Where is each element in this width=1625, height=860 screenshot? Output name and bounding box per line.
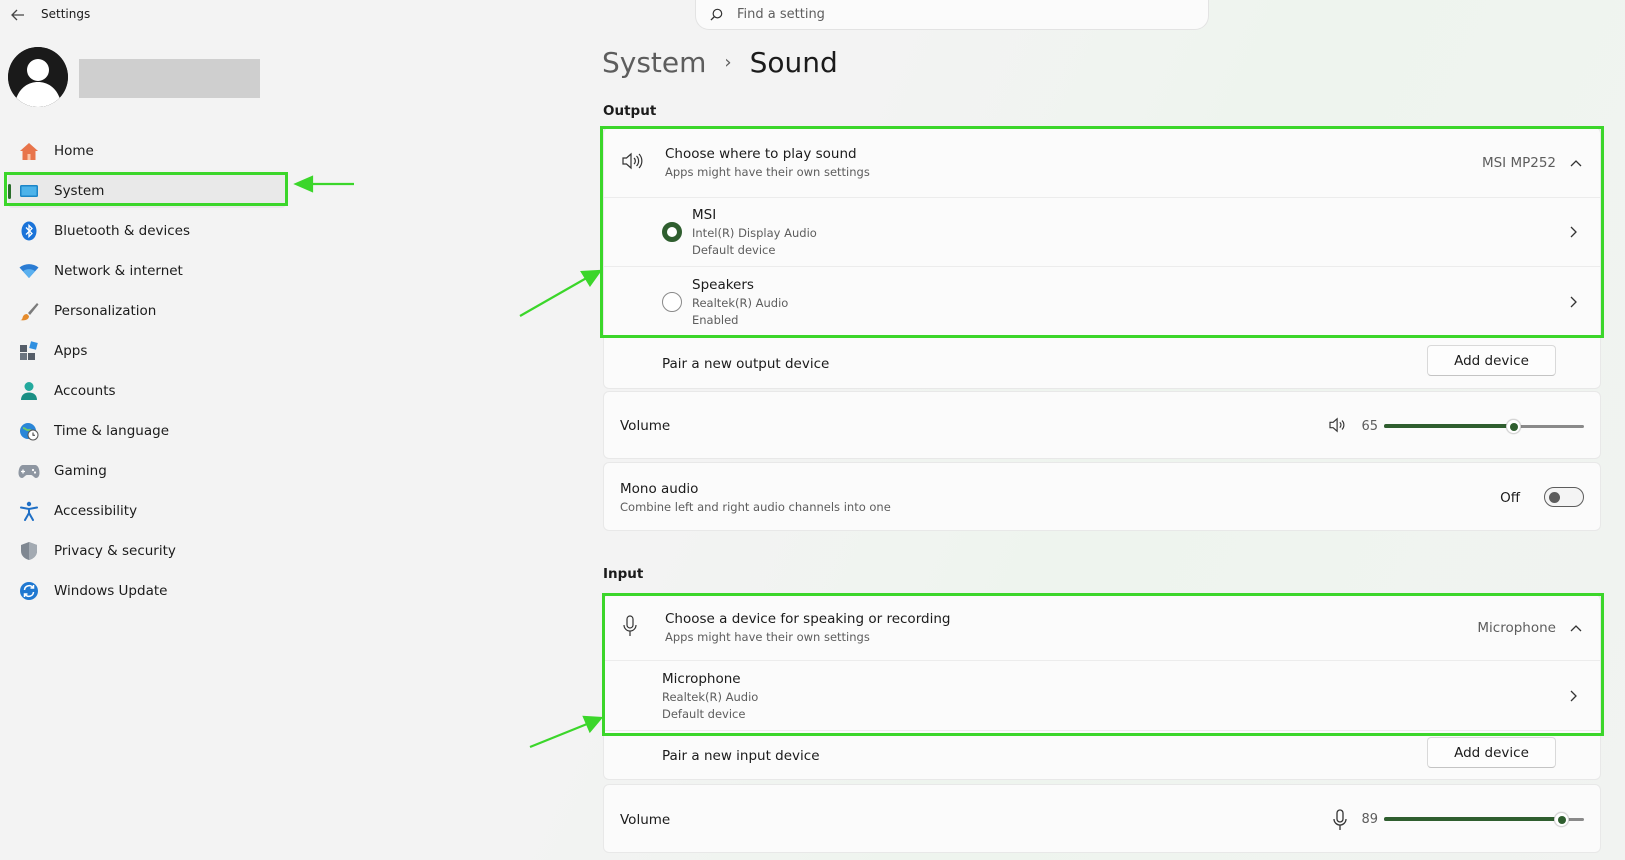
input-chooser-subtitle: Apps might have their own settings <box>665 630 870 644</box>
output-current-device: MSI MP252 <box>1481 154 1556 171</box>
output-chooser-subtitle: Apps might have their own settings <box>665 165 870 179</box>
person-icon <box>18 380 40 402</box>
mono-audio-card: Mono audio Combine left and right audio … <box>603 462 1601 531</box>
refresh-icon <box>18 580 40 602</box>
device-status: Default device <box>692 243 776 257</box>
toggle-knob <box>1549 492 1560 503</box>
speaker-icon[interactable] <box>1328 417 1348 437</box>
gamepad-icon <box>18 460 40 482</box>
output-radio-msi[interactable] <box>662 222 682 242</box>
sidebar-item-bluetooth[interactable]: Bluetooth & devices <box>8 214 286 248</box>
input-device-card: Choose a device for speaking or recordin… <box>603 594 1601 780</box>
input-device-microphone[interactable]: Microphone Realtek(R) Audio Default devi… <box>604 660 1600 730</box>
output-device-speakers[interactable]: Speakers Realtek(R) Audio Enabled <box>604 266 1600 336</box>
mono-audio-title: Mono audio <box>620 481 699 497</box>
output-device-msi[interactable]: MSI Intel(R) Display Audio Default devic… <box>604 197 1600 266</box>
chevron-up-icon <box>1570 624 1582 631</box>
apps-icon <box>18 340 40 362</box>
search-box[interactable] <box>695 0 1209 30</box>
annotation-arrow-input <box>529 715 604 749</box>
annotation-arrow-system <box>293 175 354 193</box>
sidebar-item-privacy[interactable]: Privacy & security <box>8 534 286 568</box>
slider-thumb[interactable] <box>1554 812 1569 827</box>
mono-audio-state: Off <box>1500 489 1520 506</box>
sidebar-item-gaming[interactable]: Gaming <box>8 454 286 488</box>
app-title: Settings <box>41 7 91 21</box>
microphone-icon[interactable] <box>1332 809 1348 835</box>
user-name-redacted <box>79 59 260 98</box>
shield-icon <box>18 540 40 562</box>
sidebar-item-network[interactable]: Network & internet <box>8 254 286 288</box>
input-volume-label: Volume <box>620 811 671 828</box>
home-icon <box>18 140 40 162</box>
annotation-arrow-output <box>519 269 603 317</box>
slider-fill <box>1384 424 1514 428</box>
device-driver: Realtek(R) Audio <box>692 295 789 310</box>
input-chooser-title: Choose a device for speaking or recordin… <box>665 611 951 627</box>
avatar[interactable] <box>8 47 68 107</box>
output-volume-slider[interactable] <box>1384 416 1584 436</box>
add-output-device-button[interactable]: Add device <box>1427 345 1556 376</box>
slider-thumb[interactable] <box>1506 419 1521 434</box>
mono-audio-toggle[interactable] <box>1544 487 1584 507</box>
pair-output-label: Pair a new output device <box>662 355 830 372</box>
annotation-highlight-system <box>4 172 288 206</box>
output-volume-value: 65 <box>1361 418 1378 434</box>
back-button[interactable] <box>6 4 30 26</box>
device-status: Default device <box>662 706 746 721</box>
chevron-right-icon <box>1570 296 1577 307</box>
sidebar-item-accessibility[interactable]: Accessibility <box>8 494 286 528</box>
breadcrumb-parent[interactable]: System <box>602 46 706 79</box>
sidebar-item-time-language[interactable]: Time & language <box>8 414 286 448</box>
speaker-icon <box>621 152 645 174</box>
device-driver: Realtek(R) Audio <box>662 689 759 704</box>
chevron-right-icon: › <box>724 52 732 73</box>
page-title: Sound <box>749 46 838 79</box>
output-device-card: Choose where to play sound Apps might ha… <box>603 127 1601 389</box>
arrow-left-icon <box>11 9 24 21</box>
sidebar-item-windows-update[interactable]: Windows Update <box>8 574 286 608</box>
chevron-right-icon <box>1570 226 1577 238</box>
mono-audio-subtitle: Combine left and right audio channels in… <box>620 500 891 514</box>
chevron-right-icon <box>1570 690 1577 701</box>
device-name: MSI <box>692 207 717 223</box>
pair-input-row: Pair a new input device Add device <box>604 730 1600 781</box>
input-volume-value: 89 <box>1361 812 1378 827</box>
sidebar-item-personalization[interactable]: Personalization <box>8 294 286 328</box>
sidebar-item-accounts[interactable]: Accounts <box>8 374 286 408</box>
input-section-label: Input <box>603 566 644 582</box>
device-driver: Intel(R) Display Audio <box>692 226 817 240</box>
device-name: Microphone <box>662 670 741 687</box>
chevron-up-icon <box>1570 159 1582 166</box>
search-input[interactable] <box>737 7 1157 22</box>
search-icon <box>710 8 723 21</box>
device-name: Speakers <box>692 276 754 293</box>
device-status: Enabled <box>692 312 739 327</box>
sidebar-item-home[interactable]: Home <box>8 134 286 168</box>
input-volume-slider[interactable] <box>1384 809 1584 829</box>
output-section-label: Output <box>603 103 657 119</box>
input-current-device: Microphone <box>1477 619 1556 636</box>
output-chooser-title: Choose where to play sound <box>665 146 857 162</box>
microphone-icon <box>622 614 646 641</box>
person-avatar-icon <box>8 47 68 107</box>
accessibility-icon <box>18 500 40 522</box>
paintbrush-icon <box>18 300 40 322</box>
pair-output-row: Pair a new output device Add device <box>604 336 1600 390</box>
wifi-icon <box>18 260 40 282</box>
breadcrumb: System › Sound <box>602 46 838 79</box>
output-radio-speakers[interactable] <box>662 291 682 312</box>
output-volume-card: Volume 65 <box>603 391 1601 459</box>
input-volume-card: Volume 89 <box>603 784 1601 853</box>
output-volume-label: Volume <box>620 418 671 434</box>
input-chooser-header[interactable]: Choose a device for speaking or recordin… <box>604 595 1600 660</box>
slider-fill <box>1384 817 1562 821</box>
sidebar-item-apps[interactable]: Apps <box>8 334 286 368</box>
pair-input-label: Pair a new input device <box>662 748 820 764</box>
add-input-device-button[interactable]: Add device <box>1427 737 1556 768</box>
globe-clock-icon <box>18 420 40 442</box>
output-chooser-header[interactable]: Choose where to play sound Apps might ha… <box>604 128 1600 197</box>
bluetooth-icon <box>18 220 40 242</box>
